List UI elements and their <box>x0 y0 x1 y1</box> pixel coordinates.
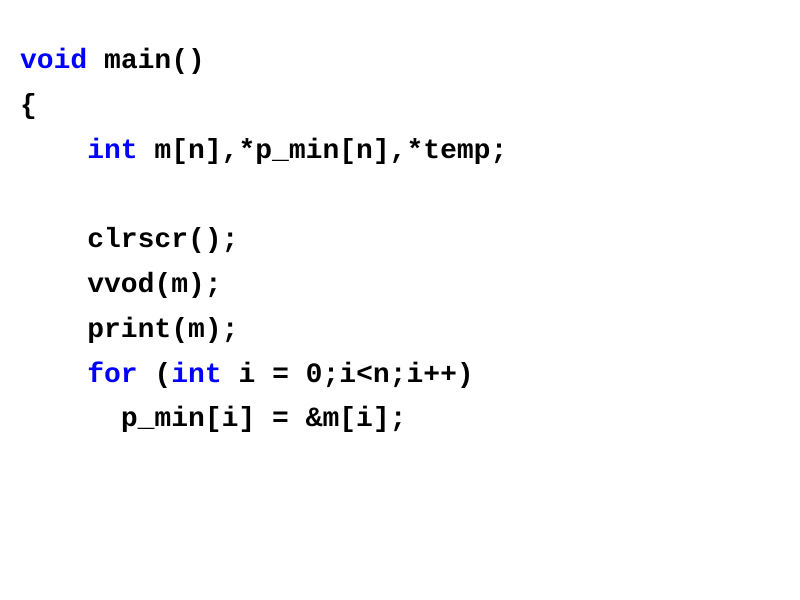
code-line-8: for (int i = 0;i<n;i++) <box>20 354 780 399</box>
code-line-3: int m[n],*p_min[n],*temp; <box>20 130 780 175</box>
code-snippet: void main() { int m[n],*p_min[n],*temp; … <box>20 40 780 443</box>
code-text: { <box>20 91 37 122</box>
code-text: p_min[i] = &m[i]; <box>121 404 407 435</box>
code-text: main() <box>87 46 205 77</box>
code-text: m[n],*p_min[n],*temp; <box>138 136 508 167</box>
code-blank-line <box>20 174 780 219</box>
code-text: vvod(m); <box>87 270 221 301</box>
keyword-for: for <box>87 360 137 391</box>
code-line-7: print(m); <box>20 309 780 354</box>
code-line-5: clrscr(); <box>20 219 780 264</box>
code-text: i = 0;i<n;i++) <box>222 360 474 391</box>
code-line-1: void main() <box>20 40 780 85</box>
code-line-6: vvod(m); <box>20 264 780 309</box>
keyword-void: void <box>20 46 87 77</box>
code-line-9: p_min[i] = &m[i]; <box>20 398 780 443</box>
code-line-2: { <box>20 85 780 130</box>
code-text: clrscr(); <box>87 225 238 256</box>
code-text: print(m); <box>87 315 238 346</box>
keyword-int: int <box>87 136 137 167</box>
keyword-int: int <box>171 360 221 391</box>
code-text: ( <box>138 360 172 391</box>
